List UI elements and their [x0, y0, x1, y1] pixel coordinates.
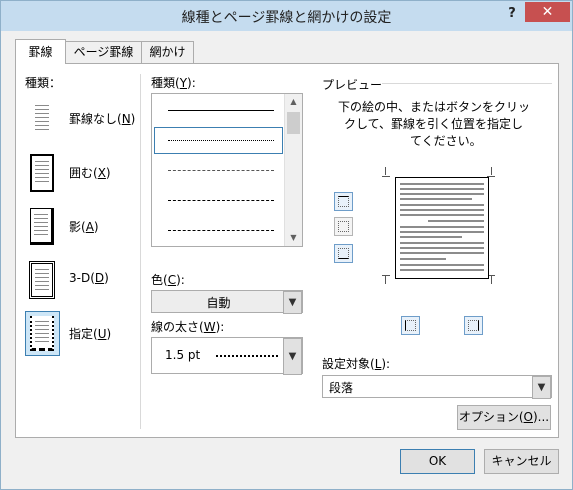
ok-button[interactable]: OK [400, 449, 475, 474]
width-sample-line [216, 355, 278, 357]
preview-instruction-2: クして、罫線を引く位置を指定し [344, 117, 524, 131]
setting-none-label[interactable]: 罫線なし(N) [69, 110, 135, 127]
column-divider [140, 74, 141, 429]
tab-shading[interactable]: 網かけ [141, 41, 194, 63]
top-border-icon[interactable] [334, 192, 353, 211]
border-preview[interactable] [395, 177, 489, 279]
width-dropdown[interactable]: 1.5 pt ▼ [151, 337, 303, 375]
help-button[interactable]: ? [501, 3, 523, 25]
apply-to-dropdown[interactable]: 段落 ▼ [322, 375, 552, 399]
tab-page-border[interactable]: ページ罫線 [64, 41, 143, 63]
setting-3d-icon[interactable] [25, 257, 60, 302]
style-list-scrollbar[interactable]: ▲ ▼ [284, 94, 302, 246]
setting-label: 種類： [25, 76, 62, 90]
dialog-title: 線種とページ罫線と網かけの設定 [181, 10, 392, 26]
title-bar[interactable]: 線種とページ罫線と網かけの設定 ? ✕ [1, 1, 572, 31]
style-small-dash[interactable] [168, 170, 274, 171]
borders-tab-panel: 種類： 罫線なし(N) 囲む(X) 影(A) 3-D(D) 指定(U) 種類(Y… [15, 63, 559, 438]
preview-instruction-1: 下の絵の中、またはボタンをクリッ [338, 100, 531, 114]
apply-to-value: 段落 [329, 381, 354, 395]
color-value: 自動 [206, 296, 231, 310]
cancel-button[interactable]: キャンセル [484, 449, 559, 474]
setting-3d-label[interactable]: 3-D(D) [69, 271, 109, 285]
chevron-down-icon[interactable]: ▼ [532, 376, 551, 399]
setting-custom-label[interactable]: 指定(U) [69, 325, 111, 342]
color-dropdown[interactable]: 自動 ▼ [151, 290, 303, 314]
setting-shadow-label[interactable]: 影(A) [69, 218, 99, 235]
width-value: 1.5 pt [165, 348, 201, 362]
style-label: 種類(Y): [151, 76, 196, 90]
apply-to-label: 設定対象(L): [322, 357, 391, 371]
borders-and-shading-dialog: 線種とページ罫線と網かけの設定 ? ✕ 罫線 ページ罫線 網かけ 種類： 罫線な… [0, 0, 573, 490]
left-border-icon[interactable] [401, 316, 420, 335]
chevron-down-icon[interactable]: ▼ [283, 338, 302, 375]
tab-borders[interactable]: 罫線 [15, 39, 66, 64]
scroll-up-icon[interactable]: ▲ [285, 94, 302, 110]
scroll-down-icon[interactable]: ▼ [285, 230, 302, 246]
chevron-down-icon[interactable]: ▼ [283, 291, 302, 314]
style-dash[interactable] [168, 200, 274, 201]
color-label: 色(C): [151, 273, 185, 287]
setting-box-label[interactable]: 囲む(X) [69, 164, 111, 181]
width-label: 線の太さ(W): [151, 320, 225, 334]
scroll-thumb[interactable] [287, 112, 300, 134]
bottom-border-icon[interactable] [334, 244, 353, 263]
style-solid[interactable] [168, 110, 274, 111]
setting-none-icon[interactable] [25, 96, 60, 141]
options-button[interactable]: オプション(O)... [457, 405, 551, 430]
preview-instruction-3: てください。 [410, 134, 482, 148]
style-dash-dot[interactable] [168, 230, 274, 231]
line-style-list[interactable]: ▲ ▼ [151, 93, 303, 247]
setting-custom-icon[interactable] [25, 311, 60, 356]
preview-group-line [382, 83, 552, 84]
preview-label: プレビュー [322, 78, 383, 92]
style-dotted[interactable] [168, 140, 274, 141]
close-button[interactable]: ✕ [525, 2, 570, 22]
setting-box-icon[interactable] [25, 150, 60, 195]
setting-shadow-icon[interactable] [25, 204, 60, 249]
right-border-icon[interactable] [464, 316, 483, 335]
inside-horizontal-border-icon[interactable] [334, 217, 353, 236]
